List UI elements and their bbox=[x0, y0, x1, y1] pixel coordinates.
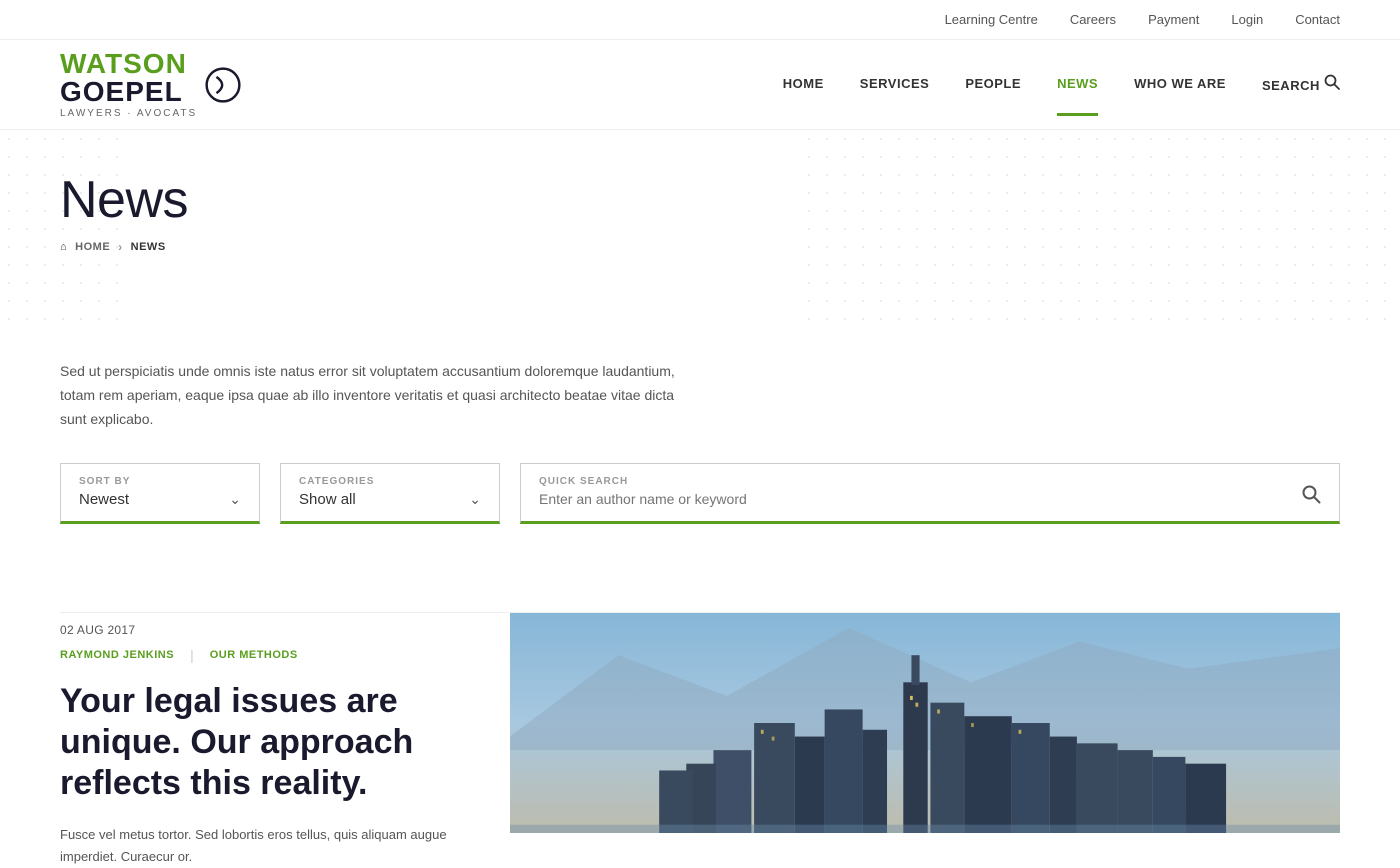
contact-link[interactable]: Contact bbox=[1295, 12, 1340, 27]
sort-by-value: Newest ⌄ bbox=[79, 491, 241, 508]
nav-news[interactable]: NEWS bbox=[1057, 54, 1098, 116]
breadcrumb-current: NEWS bbox=[131, 241, 166, 253]
main-navigation: WATSON GOEPEL LAWYERS · AVOCATS HOME SER… bbox=[0, 40, 1400, 130]
article-tags: RAYMOND JENKINS | OUR METHODS bbox=[60, 647, 470, 663]
nav-search-label: SEARCH bbox=[1262, 78, 1320, 93]
breadcrumb-chevron: › bbox=[118, 240, 123, 254]
sort-by-dropdown[interactable]: SORT BY Newest ⌄ bbox=[60, 463, 260, 524]
learning-centre-link[interactable]: Learning Centre bbox=[945, 12, 1038, 27]
search-icon bbox=[1324, 74, 1340, 90]
home-icon: ⌂ bbox=[60, 241, 67, 253]
article-image-container bbox=[510, 613, 1340, 868]
page-title: News bbox=[60, 170, 1340, 230]
hero-section: News ⌂ HOME › NEWS bbox=[0, 130, 1400, 330]
article-image bbox=[510, 613, 1340, 833]
nav-links: HOME SERVICES PEOPLE NEWS WHO WE ARE SEA… bbox=[783, 52, 1340, 118]
article-section: 02 AUG 2017 RAYMOND JENKINS | OUR METHOD… bbox=[0, 613, 1400, 868]
breadcrumb-home[interactable]: HOME bbox=[75, 241, 110, 253]
careers-link[interactable]: Careers bbox=[1070, 12, 1116, 27]
sort-by-chevron-icon: ⌄ bbox=[229, 491, 241, 508]
login-link[interactable]: Login bbox=[1231, 12, 1263, 27]
search-submit-icon[interactable] bbox=[1301, 484, 1321, 509]
nav-who-we-are[interactable]: WHO WE ARE bbox=[1134, 54, 1226, 116]
payment-link[interactable]: Payment bbox=[1148, 12, 1199, 27]
categories-value: Show all ⌄ bbox=[299, 491, 481, 508]
tag-divider: | bbox=[190, 647, 194, 663]
article-tag-author[interactable]: RAYMOND JENKINS bbox=[60, 649, 174, 661]
article-excerpt: Fusce vel metus tortor. Sed lobortis ero… bbox=[60, 824, 470, 868]
filter-row: SORT BY Newest ⌄ CATEGORIES Show all ⌄ Q… bbox=[60, 463, 1340, 524]
logo-circle-icon bbox=[205, 67, 241, 103]
article-tag-category[interactable]: OUR METHODS bbox=[210, 649, 298, 661]
quick-search-box: QUICK SEARCH bbox=[520, 463, 1340, 524]
search-input-area: QUICK SEARCH bbox=[539, 476, 1301, 509]
logo[interactable]: WATSON GOEPEL LAWYERS · AVOCATS bbox=[60, 40, 241, 129]
nav-home[interactable]: HOME bbox=[783, 54, 824, 116]
nav-people[interactable]: PEOPLE bbox=[965, 54, 1021, 116]
top-bar: Learning Centre Careers Payment Login Co… bbox=[0, 0, 1400, 40]
breadcrumb: ⌂ HOME › NEWS bbox=[60, 240, 1340, 254]
article-date: 02 AUG 2017 bbox=[60, 623, 470, 637]
logo-goepel: GOEPEL bbox=[60, 78, 197, 106]
nav-search-button[interactable]: SEARCH bbox=[1262, 52, 1340, 118]
categories-dropdown[interactable]: CATEGORIES Show all ⌄ bbox=[280, 463, 500, 524]
nav-services[interactable]: SERVICES bbox=[860, 54, 930, 116]
categories-chevron-icon: ⌄ bbox=[469, 491, 481, 508]
article-title[interactable]: Your legal issues are unique. Our approa… bbox=[60, 681, 470, 803]
content-area: Sed ut perspiciatis unde omnis iste natu… bbox=[0, 330, 1400, 612]
search-input[interactable] bbox=[539, 491, 1301, 507]
sort-by-label: SORT BY bbox=[79, 476, 241, 487]
categories-label: CATEGORIES bbox=[299, 476, 481, 487]
article-left: 02 AUG 2017 RAYMOND JENKINS | OUR METHOD… bbox=[60, 613, 510, 868]
intro-text: Sed ut perspiciatis unde omnis iste natu… bbox=[60, 360, 680, 431]
search-label: QUICK SEARCH bbox=[539, 476, 1301, 487]
logo-sub: LAWYERS · AVOCATS bbox=[60, 108, 197, 119]
logo-watson: WATSON bbox=[60, 50, 197, 78]
